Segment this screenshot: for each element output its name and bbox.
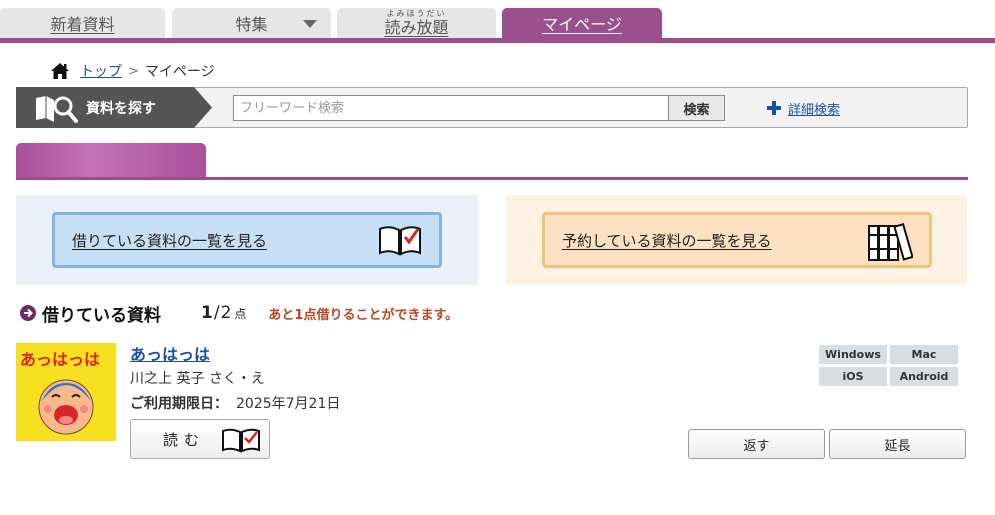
- view-borrowed-label: 借りている資料の一覧を見る: [72, 231, 268, 250]
- tab-label: マイページ: [542, 15, 622, 34]
- view-reserved-label: 予約している資料の一覧を見る: [562, 231, 772, 250]
- book-search-icon: [36, 96, 78, 123]
- open-book-check-icon: [379, 226, 421, 256]
- tab-unlimited-reading[interactable]: よみほうだい 読み放題: [337, 8, 496, 38]
- plus-icon: [767, 101, 781, 115]
- tab-new-arrivals[interactable]: 新着資料: [0, 8, 165, 38]
- borrow-count: 1 / 2 点: [201, 303, 246, 323]
- advanced-search-link[interactable]: 詳細検索: [788, 99, 840, 118]
- top-tab-bar: 新着資料 特集 よみほうだい 読み放題 マイページ: [0, 0, 995, 43]
- book-cover-art: あっはっは: [16, 343, 116, 441]
- view-borrowed-button[interactable]: 借りている資料の一覧を見る: [52, 212, 442, 268]
- open-book-check-icon: [222, 428, 260, 453]
- remaining-message: あと1点借りることができます。: [268, 307, 459, 323]
- search-label-text: 資料を探す: [86, 100, 156, 117]
- breadcrumb-home-link[interactable]: トップ: [80, 61, 122, 81]
- section-divider: [16, 177, 968, 180]
- arrow-right-circle-icon: [20, 305, 36, 321]
- section-tab: [16, 143, 206, 179]
- tab-features[interactable]: 特集: [172, 8, 331, 38]
- search-button[interactable]: 検索: [668, 95, 725, 121]
- borrow-count-unit: 点: [234, 307, 247, 321]
- breadcrumb-current: マイページ: [144, 64, 215, 80]
- book-cover[interactable]: あっはっは: [16, 343, 116, 441]
- book-title-link[interactable]: あっはっは: [130, 341, 210, 365]
- read-button[interactable]: 読む: [130, 419, 270, 459]
- tab-label: 読み放題: [384, 18, 449, 37]
- tab-ruby-wrap: よみほうだい 読み放題: [384, 10, 448, 36]
- device-badge-ios: iOS: [819, 367, 887, 386]
- view-reserved-button[interactable]: 予約している資料の一覧を見る: [542, 212, 932, 268]
- search-bar: 資料を探す 検索 詳細検索: [16, 87, 968, 128]
- borrow-count-max: 2: [220, 303, 232, 323]
- due-date-row: ご利用期限日： 2025年7月21日: [130, 393, 340, 413]
- borrow-count-current: 1: [201, 303, 213, 323]
- reserved-panel: 予約している資料の一覧を見る: [506, 195, 967, 285]
- breadcrumb-separator: >: [128, 63, 139, 79]
- book-cover-title: あっはっは: [20, 350, 100, 369]
- borrow-count-separator: /: [213, 303, 220, 323]
- bookshelf-icon: [868, 223, 913, 261]
- borrowing-header: 借りている資料 1 / 2 点 あと1点借りることができます。: [20, 300, 458, 326]
- tab-ruby: よみほうだい: [386, 9, 447, 18]
- due-date-label: ご利用期限日：: [130, 396, 228, 412]
- advanced-search[interactable]: 詳細検索: [767, 98, 840, 118]
- tab-my-page[interactable]: マイページ: [502, 8, 662, 38]
- due-date-value: 2025年7月21日: [236, 396, 341, 412]
- home-icon: [51, 63, 69, 79]
- return-button[interactable]: 返す: [688, 429, 825, 459]
- device-badge-mac: Mac: [890, 345, 958, 364]
- extend-button[interactable]: 延長: [829, 429, 966, 459]
- borrowing-title: 借りている資料: [42, 305, 161, 326]
- search-input[interactable]: [233, 95, 669, 121]
- breadcrumb: トップ > マイページ: [50, 61, 215, 81]
- tab-label: 特集: [235, 15, 268, 34]
- device-badge-android: Android: [890, 367, 958, 386]
- read-button-label: 読む: [163, 430, 206, 449]
- chevron-down-icon: [303, 20, 317, 28]
- tab-underline: [0, 38, 995, 43]
- borrowed-panel: 借りている資料の一覧を見る: [16, 195, 478, 285]
- book-author: 川之上 英子 さく・え: [130, 371, 265, 387]
- device-badge-windows: Windows: [819, 345, 887, 364]
- tab-label: 新着資料: [50, 15, 115, 34]
- search-section-label: 資料を探す: [16, 87, 212, 128]
